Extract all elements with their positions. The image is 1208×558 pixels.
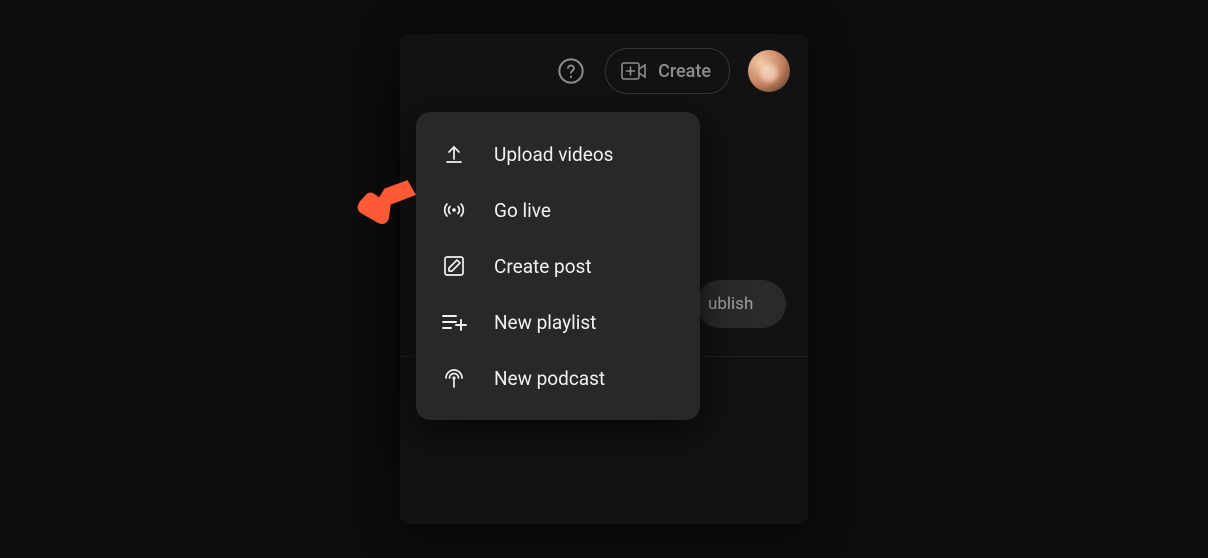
menu-item-label: New podcast <box>494 367 605 390</box>
create-button-label: Create <box>658 61 711 82</box>
create-dropdown: Upload videos Go live Cre <box>416 112 700 420</box>
panel-card: ublish Create <box>400 34 808 524</box>
menu-item-label: New playlist <box>494 311 596 334</box>
menu-item-label: Create post <box>494 255 592 278</box>
help-icon <box>557 57 585 85</box>
upload-icon <box>440 140 468 168</box>
avatar[interactable] <box>748 50 790 92</box>
header-bar: Create <box>400 34 808 108</box>
compose-icon <box>440 252 468 280</box>
create-button[interactable]: Create <box>605 48 730 94</box>
pointer-annotation <box>352 164 426 234</box>
publish-button-obscured[interactable]: ublish <box>696 280 786 328</box>
menu-item-label: Upload videos <box>494 143 613 166</box>
podcast-icon <box>440 364 468 392</box>
menu-item-upload-videos[interactable]: Upload videos <box>416 126 700 182</box>
menu-item-new-playlist[interactable]: New playlist <box>416 294 700 350</box>
menu-item-create-post[interactable]: Create post <box>416 238 700 294</box>
live-icon <box>440 196 468 224</box>
create-video-icon <box>620 57 648 85</box>
menu-item-go-live[interactable]: Go live <box>416 182 700 238</box>
publish-label: ublish <box>708 294 753 314</box>
playlist-add-icon <box>440 308 468 336</box>
help-button[interactable] <box>555 55 587 87</box>
menu-item-label: Go live <box>494 199 551 222</box>
menu-item-new-podcast[interactable]: New podcast <box>416 350 700 406</box>
